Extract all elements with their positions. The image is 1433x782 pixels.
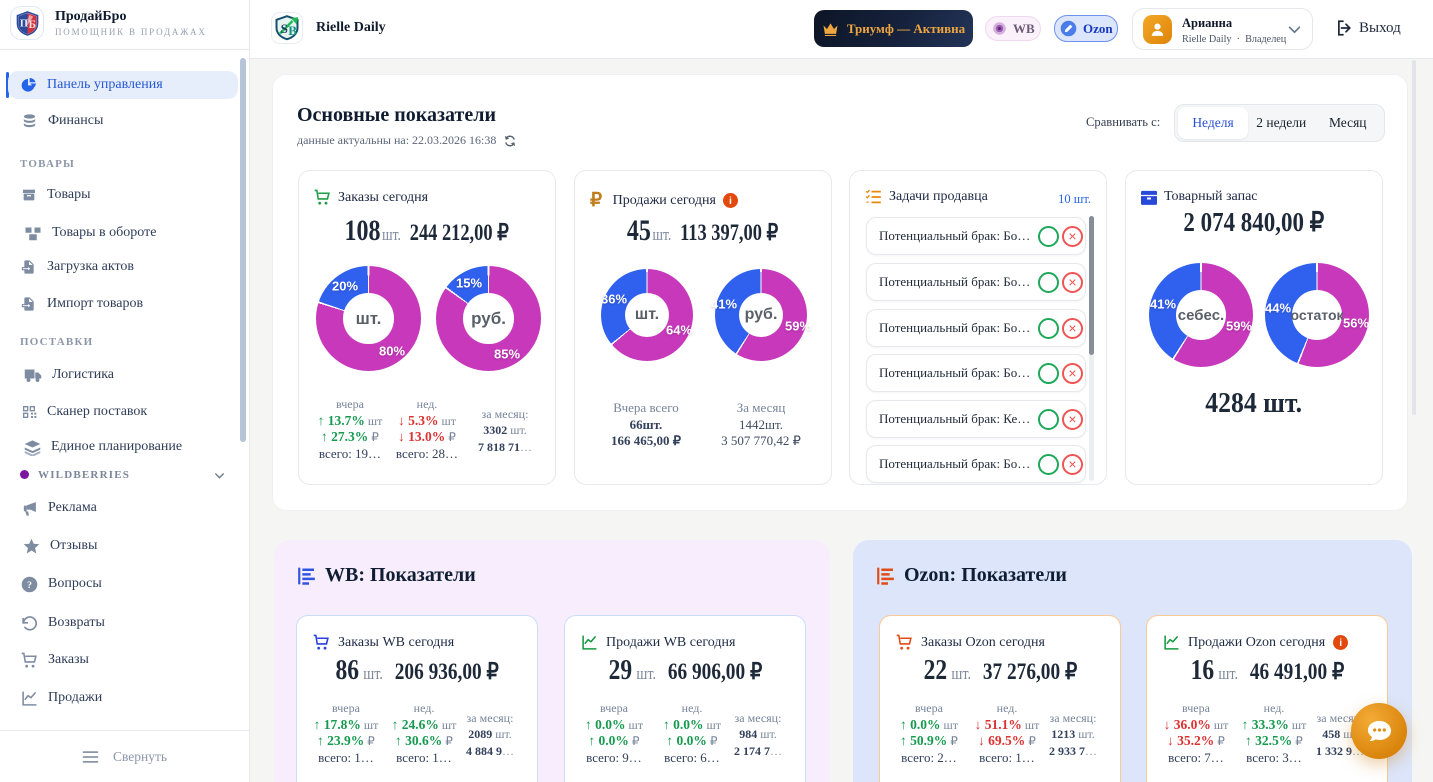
- svg-text:B: B: [288, 23, 297, 38]
- svg-text:S: S: [281, 21, 288, 36]
- svg-text:П: П: [19, 18, 27, 29]
- svg-text:?: ?: [27, 580, 32, 591]
